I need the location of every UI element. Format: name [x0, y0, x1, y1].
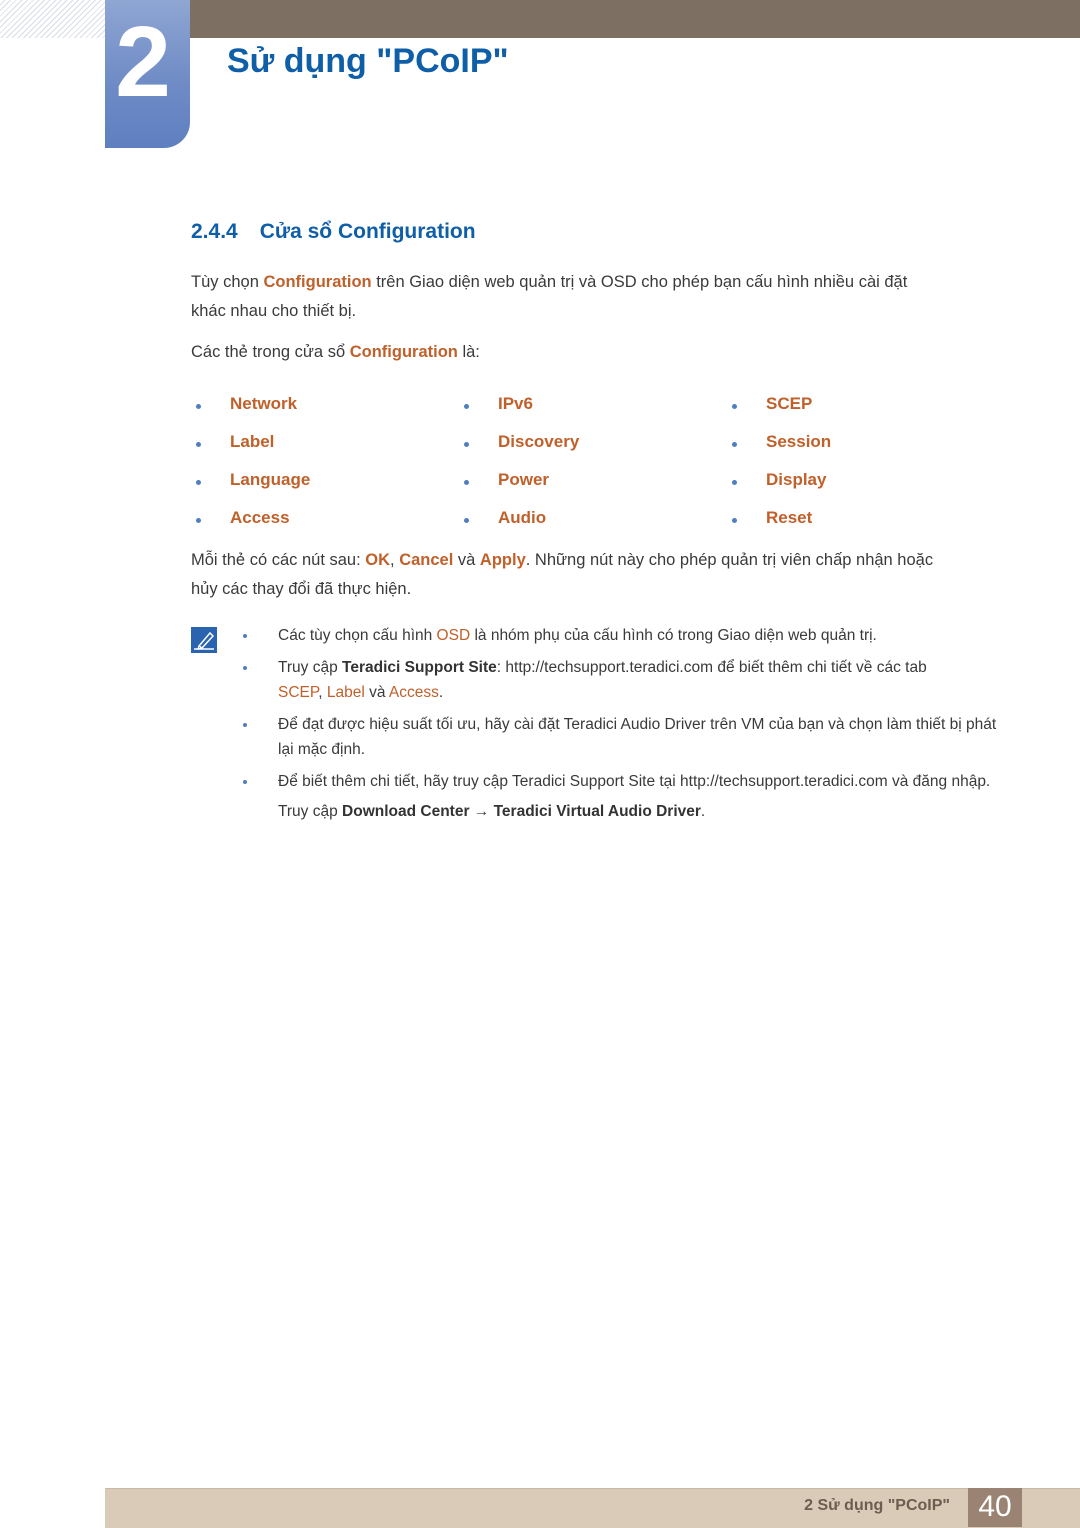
footer-chapter-label: 2 Sử dụng "PCoIP" — [804, 1497, 950, 1514]
text: . Những nút này cho phép quản trị viên c… — [525, 551, 934, 569]
note-pencil-icon — [191, 627, 217, 653]
section-title: Cửa sổ Configuration — [259, 220, 476, 243]
text: Các thẻ trong cửa sổ — [191, 343, 350, 361]
note-item: Truy cập Teradici Support Site: http://t… — [240, 655, 1010, 705]
chapter-number: 2 — [115, 6, 171, 118]
text: Tùy chọn — [191, 273, 264, 291]
bullet-icon — [732, 518, 737, 523]
text: Để biết thêm chi tiết, hãy truy cập Tera… — [278, 773, 991, 790]
tab-name: Session — [766, 432, 832, 451]
chapter-title: Sử dụng "PCoIP" — [227, 42, 509, 80]
audio-driver-term: Teradici Virtual Audio Driver — [493, 803, 701, 820]
bullet-icon — [464, 518, 469, 523]
support-site-term: Teradici Support Site — [342, 659, 497, 676]
bullet-icon — [732, 480, 737, 485]
text: hủy các thay đổi đã thực hiện. — [191, 580, 412, 598]
tab-name: Audio — [498, 508, 547, 527]
text: , — [390, 551, 400, 569]
download-center-term: Download Center — [342, 803, 470, 820]
text: Mỗi thẻ có các nút sau: — [191, 551, 366, 569]
bullet-icon — [243, 723, 247, 727]
bullet-icon — [243, 634, 247, 638]
text: Truy cập — [278, 803, 343, 820]
bullet-icon — [196, 404, 201, 409]
text: và — [364, 684, 389, 701]
text: trên Giao diện web quản trị và OSD cho p… — [371, 273, 908, 291]
text: là nhóm phụ của cấu hình có trong Giao d… — [470, 627, 877, 644]
tab-name: Discovery — [498, 432, 580, 451]
notes-list: Các tùy chọn cấu hình OSD là nhóm phụ củ… — [240, 623, 1010, 824]
tab-name: SCEP — [766, 394, 813, 413]
bullet-icon — [464, 480, 469, 485]
text: , — [318, 684, 327, 701]
page-footer: 2 Sử dụng "PCoIP" — [105, 1488, 1080, 1528]
header-bar — [190, 0, 1080, 38]
bullet-icon — [732, 442, 737, 447]
page-number-box: 40 — [968, 1488, 1022, 1527]
tab-name: Power — [498, 470, 550, 489]
tab-name: Language — [230, 470, 311, 489]
bullet-icon — [243, 666, 247, 670]
configuration-term: Configuration — [263, 273, 372, 291]
note-item: Các tùy chọn cấu hình OSD là nhóm phụ củ… — [240, 623, 1010, 648]
text: . — [438, 684, 444, 701]
apply-term: Apply — [479, 551, 526, 569]
text: và — [453, 551, 480, 569]
bullet-icon — [732, 404, 737, 409]
bullet-icon — [464, 442, 469, 447]
configuration-term: Configuration — [349, 343, 458, 361]
section-heading: 2.4.4 Cửa sổ Configuration — [191, 220, 476, 244]
tab-name: Display — [766, 470, 827, 489]
note-subitem: Truy cập Download Center → Teradici Virt… — [240, 799, 1010, 824]
tab-name: Network — [230, 394, 298, 413]
osd-term: OSD — [436, 627, 471, 644]
text: Truy cập — [278, 659, 343, 676]
text: khác nhau cho thiết bị. — [191, 302, 357, 320]
bullet-icon — [464, 404, 469, 409]
section-number: 2.4.4 — [191, 220, 238, 243]
buttons-paragraph: Mỗi thẻ có các nút sau: OK, Cancel và Ap… — [191, 546, 1011, 604]
text: Các tùy chọn cấu hình — [278, 627, 437, 644]
text: . — [700, 803, 706, 820]
tab-name: IPv6 — [498, 394, 533, 413]
tabs-intro-paragraph: Các thẻ trong cửa sổ Configuration là: — [191, 338, 1011, 367]
note-item: Để biết thêm chi tiết, hãy truy cập Tera… — [240, 769, 1010, 794]
access-term: Access — [388, 684, 439, 701]
tab-name: Access — [230, 508, 290, 527]
text: : http://techsupport.teradici.com để biế… — [496, 659, 927, 676]
tab-name: Label — [230, 432, 275, 451]
scep-term: SCEP — [278, 684, 319, 701]
bullet-icon — [243, 780, 247, 784]
arrow-icon: → — [469, 803, 494, 820]
bullet-icon — [196, 442, 201, 447]
cancel-term: Cancel — [399, 551, 454, 569]
bullet-icon — [196, 518, 201, 523]
label-term: Label — [326, 684, 365, 701]
page-number: 40 — [978, 1490, 1012, 1523]
header-hatch-decoration — [0, 0, 105, 38]
ok-term: OK — [365, 551, 391, 569]
text: là: — [457, 343, 480, 361]
bullet-icon — [196, 480, 201, 485]
text: Để đạt được hiệu suất tối ưu, hãy cài đặ… — [278, 716, 997, 758]
note-item: Để đạt được hiệu suất tối ưu, hãy cài đặ… — [240, 712, 1010, 762]
tab-name: Reset — [766, 508, 813, 527]
intro-paragraph: Tùy chọn Configuration trên Giao diện we… — [191, 268, 1011, 326]
